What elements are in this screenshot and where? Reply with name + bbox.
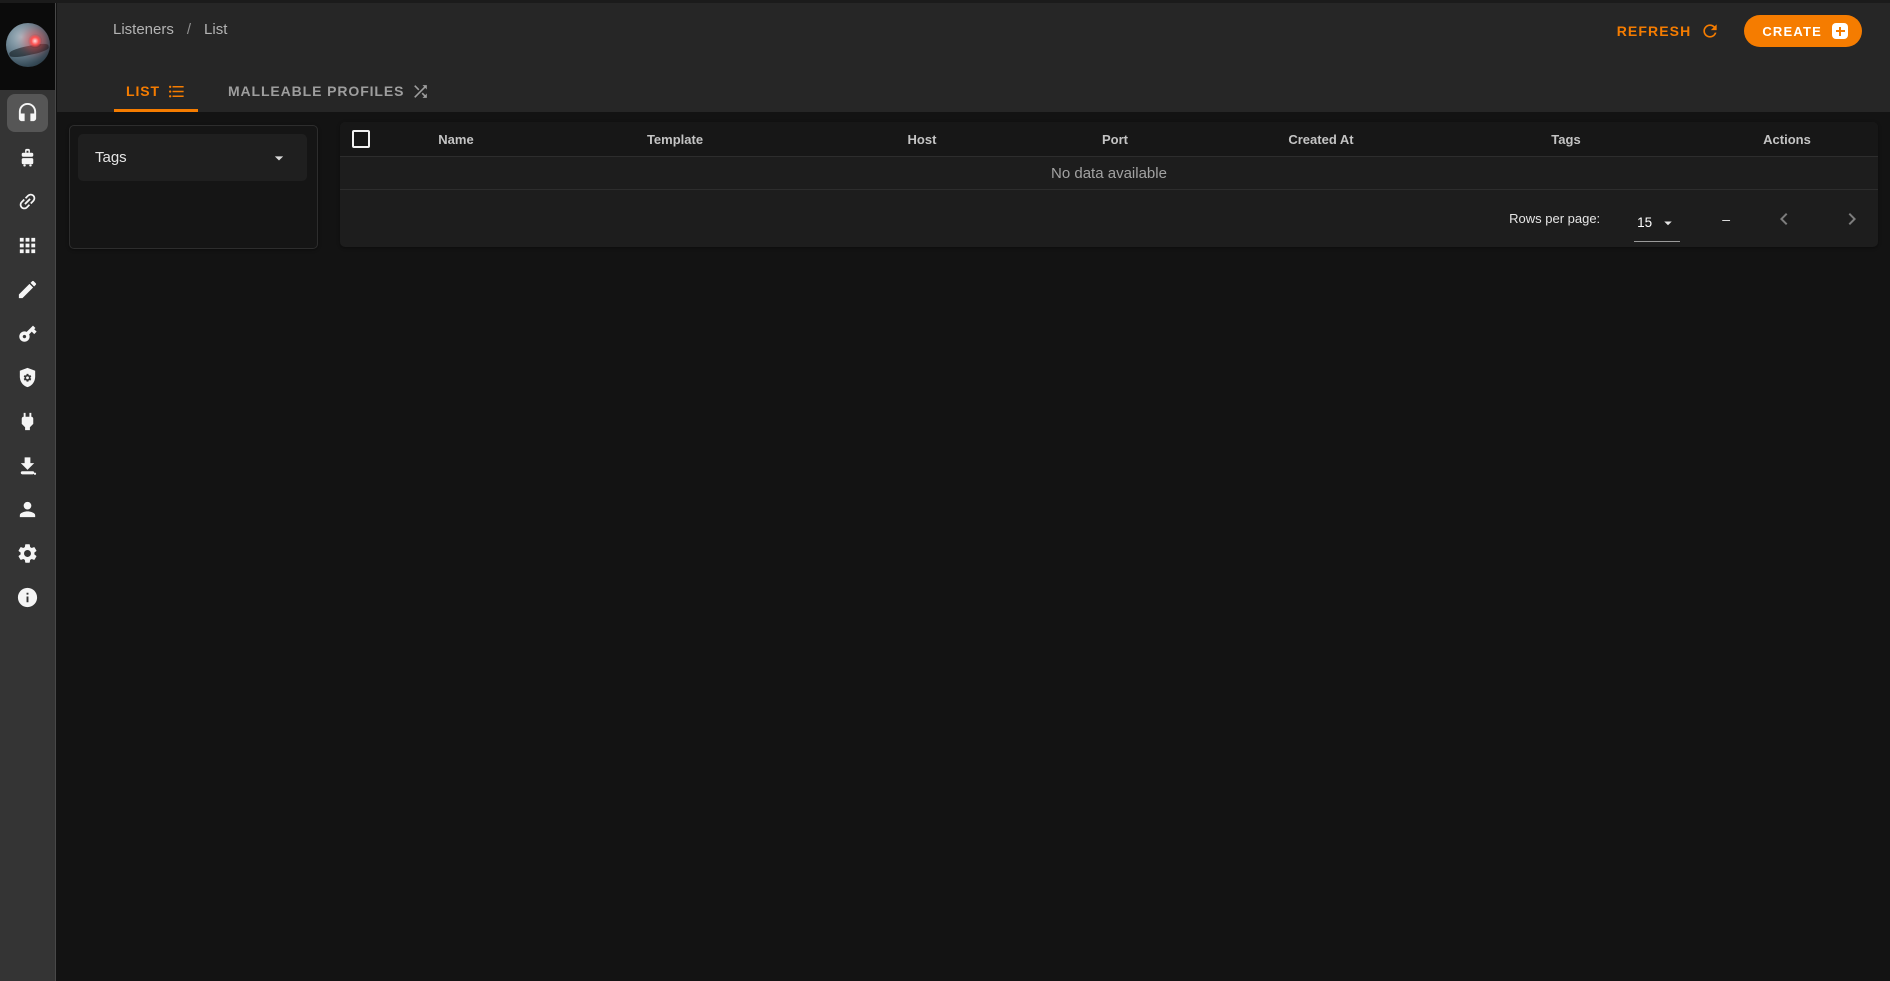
page-header: Listeners / List REFRESH CREATE LIST MAL… [57, 3, 1890, 112]
sidebar-item-apps[interactable] [7, 226, 48, 264]
window-top-edge [0, 0, 1890, 3]
main-content: Tags Name Template Host Port Created At … [57, 112, 1890, 981]
luggage-icon [21, 148, 34, 167]
sidebar-item-users[interactable] [7, 490, 48, 528]
refresh-button-label: REFRESH [1616, 23, 1692, 39]
plus-icon [1832, 23, 1848, 39]
shield-gear-icon [19, 367, 36, 387]
tab-bar: LIST MALLEABLE PROFILES [114, 70, 442, 112]
sidebar-item-security[interactable] [7, 358, 48, 396]
tags-select[interactable]: Tags [78, 134, 307, 181]
column-header-actions: Actions [1763, 131, 1811, 147]
create-button-label: CREATE [1762, 23, 1822, 39]
empty-state-row: No data available [340, 157, 1878, 190]
sidebar-item-credentials[interactable] [7, 314, 48, 352]
refresh-button[interactable]: REFRESH [1617, 21, 1721, 41]
pencil-icon [18, 280, 37, 298]
column-header-host: Host [907, 131, 937, 147]
previous-page-button[interactable] [1770, 205, 1798, 233]
empty-state-text: No data available [1051, 164, 1167, 182]
table-header-row: Name Template Host Port Created At Tags … [340, 122, 1878, 157]
person-icon [19, 501, 36, 517]
gear-icon [18, 543, 37, 563]
tab-malleable-profiles[interactable]: MALLEABLE PROFILES [216, 70, 442, 112]
tab-list-label: LIST [126, 83, 160, 99]
create-button[interactable]: CREATE [1744, 15, 1862, 47]
shuffle-icon [414, 84, 428, 98]
rows-per-page-select[interactable]: 15 [1634, 208, 1681, 242]
listeners-table: Name Template Host Port Created At Tags … [340, 122, 1878, 247]
breadcrumb-item-list: List [204, 21, 228, 38]
sidebar-item-settings[interactable] [7, 534, 48, 572]
arrow-drop-down-icon [1664, 221, 1672, 225]
header-actions: REFRESH CREATE [1617, 11, 1862, 51]
pagination-bar: Rows per page: 15 – [340, 190, 1878, 247]
download-icon [20, 456, 37, 475]
apps-grid-icon [19, 237, 36, 253]
rows-per-page-label: Rows per page: [1509, 211, 1601, 226]
key-icon [19, 325, 37, 342]
column-header-template: Template [646, 131, 704, 147]
column-header-created-at: Created At [1288, 131, 1354, 147]
arrow-drop-down-icon [274, 155, 284, 160]
info-icon [17, 587, 38, 607]
column-header-port: Port [1102, 131, 1128, 147]
sidebar-item-link[interactable] [7, 182, 48, 220]
app-root: Listeners / List REFRESH CREATE LIST MAL… [0, 0, 1890, 981]
table-header-checkbox-cell [340, 130, 382, 148]
next-page-button[interactable] [1838, 205, 1866, 233]
select-all-checkbox[interactable] [352, 130, 370, 148]
tab-malleable-profiles-label: MALLEABLE PROFILES [227, 83, 405, 99]
sidebar-item-editor[interactable] [7, 270, 48, 308]
refresh-icon [1703, 24, 1717, 38]
list-icon [168, 85, 184, 97]
app-logo[interactable] [5, 23, 50, 67]
rows-per-page-value: 15 [1637, 215, 1653, 230]
sidebar-item-about[interactable] [7, 578, 48, 616]
breadcrumb-item-listeners[interactable]: Listeners [113, 21, 174, 38]
column-header-name: Name [438, 131, 474, 147]
breadcrumb: Listeners / List [113, 21, 227, 38]
sidebar-item-plugins[interactable] [7, 402, 48, 440]
chevron-left-icon [1780, 212, 1788, 225]
sidebar [0, 0, 56, 981]
link-icon [19, 193, 36, 209]
headset-icon [18, 102, 37, 121]
sidebar-item-downloads[interactable] [7, 446, 48, 484]
pagination-range-text: – [1722, 210, 1730, 227]
sidebar-item-luggage[interactable] [7, 138, 48, 176]
chevron-right-icon [1848, 212, 1856, 225]
tags-select-label: Tags [95, 149, 127, 166]
logo-container[interactable] [0, 0, 55, 90]
sidebar-nav [0, 90, 55, 616]
plug-icon [21, 412, 34, 430]
tab-list[interactable]: LIST [114, 70, 198, 112]
tags-filter-card: Tags [69, 125, 318, 249]
column-header-tags: Tags [1551, 131, 1581, 147]
sidebar-item-listeners[interactable] [7, 94, 48, 132]
breadcrumb-separator: / [186, 21, 192, 38]
